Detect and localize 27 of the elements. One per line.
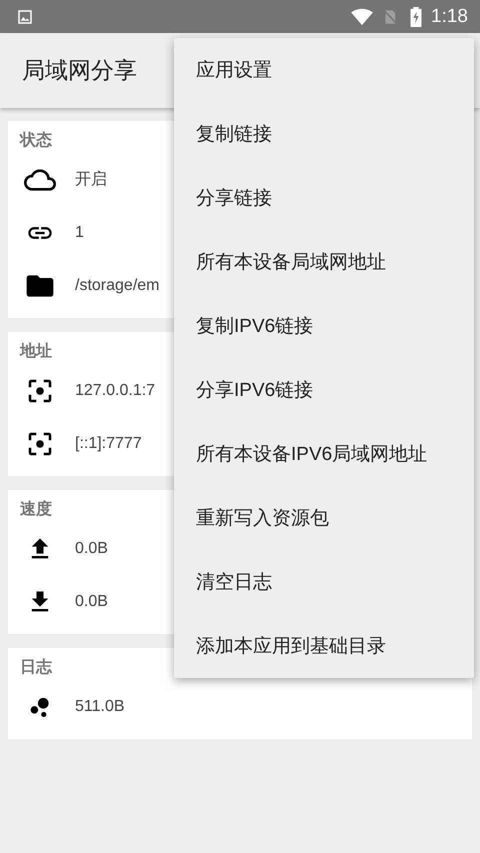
clock-time: 1:18 bbox=[431, 6, 468, 28]
section-title: 地址 bbox=[20, 343, 52, 360]
menu-item[interactable]: 复制IPV6链接 bbox=[174, 294, 474, 358]
menu-item[interactable]: 复制链接 bbox=[174, 102, 474, 166]
row-text: /storage/em bbox=[75, 276, 160, 294]
row-text: 511.0B bbox=[75, 698, 125, 716]
menu-item[interactable]: 分享IPV6链接 bbox=[174, 358, 474, 422]
row-text: 1 bbox=[75, 224, 84, 242]
row-text: 0.0B bbox=[75, 540, 108, 558]
row-text: [::1]:7777 bbox=[75, 434, 142, 452]
row-text: 0.0B bbox=[75, 592, 108, 610]
image-icon bbox=[16, 8, 34, 26]
menu-item[interactable]: 分享链接 bbox=[174, 166, 474, 230]
menu-item[interactable]: 应用设置 bbox=[174, 38, 474, 102]
row-text: 127.0.0.1:7 bbox=[75, 382, 156, 400]
row-text: 开启 bbox=[75, 170, 107, 190]
section-title: 速度 bbox=[20, 501, 52, 518]
app-title: 局域网分享 bbox=[22, 56, 137, 85]
wifi-icon bbox=[351, 8, 374, 26]
menu-item[interactable]: 清空日志 bbox=[174, 550, 474, 614]
section-title: 状态 bbox=[20, 132, 52, 149]
menu-item[interactable]: 所有本设备局域网地址 bbox=[174, 230, 474, 294]
battery-charging-icon bbox=[409, 6, 424, 26]
menu-item[interactable]: 添加本应用到基础目录 bbox=[174, 614, 474, 678]
menu-item[interactable]: 重新写入资源包 bbox=[174, 486, 474, 550]
menu-item[interactable]: 所有本设备IPV6局域网地址 bbox=[174, 422, 474, 486]
section-title: 日志 bbox=[20, 659, 52, 676]
